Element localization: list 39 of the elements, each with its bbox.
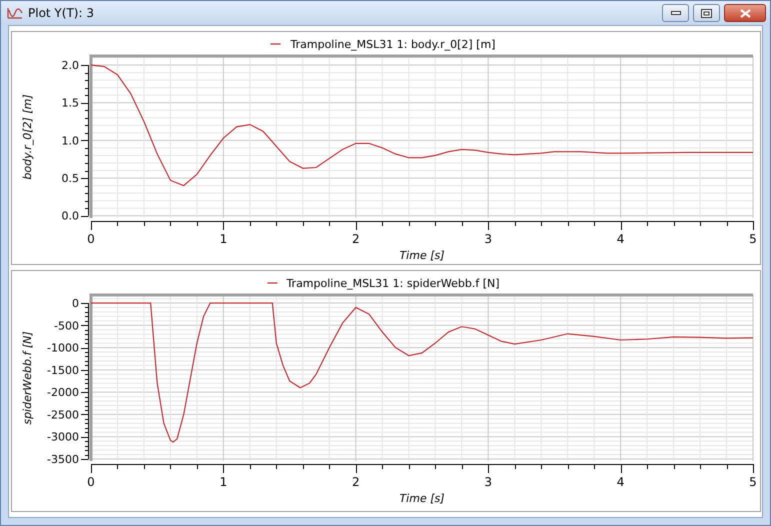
x-tick-label: 0: [87, 232, 95, 246]
y-tick-label: -500: [54, 319, 79, 332]
y-axis-title: spiderWebb.f [N]: [21, 331, 34, 425]
legend-label: Trampoline_MSL31 1: body.r_0[2] [m]: [290, 38, 496, 51]
y-tick-label: 0.0: [62, 210, 79, 223]
minimize-icon: [670, 11, 680, 15]
x-tick-label: 0: [87, 475, 95, 489]
y-tick-label: 2.0: [62, 59, 79, 72]
y-axis-title: body.r_0[2] [m]: [21, 94, 34, 180]
legend-label: Trampoline_MSL31 1: spiderWebb.f [N]: [286, 277, 500, 290]
y-tick-label: 0.5: [62, 172, 79, 186]
x-tick-label: 3: [484, 475, 492, 489]
x-tick-label: 1: [220, 232, 228, 246]
x-tick-label: 5: [749, 475, 757, 489]
y-tick-label: -3000: [47, 430, 79, 444]
x-tick-label: 5: [749, 232, 757, 246]
close-icon: [740, 8, 750, 18]
y-tick-label: 1.5: [62, 96, 79, 110]
restore-button[interactable]: [693, 4, 720, 22]
y-tick-label: -2500: [47, 408, 79, 422]
y-tick-label: 0: [72, 297, 79, 310]
plot-icon: [7, 7, 23, 19]
y-tick-label: -1000: [47, 342, 79, 355]
restore-icon: [701, 8, 712, 18]
x-tick-label: 2: [352, 475, 360, 489]
y-tick-label: -2000: [47, 386, 79, 400]
x-axis-title: Time [s]: [399, 249, 445, 262]
y-tick-label: -1500: [47, 364, 79, 377]
x-tick-label: 4: [616, 475, 624, 489]
x-tick-label: 2: [352, 232, 360, 246]
x-tick-label: 4: [616, 232, 624, 246]
y-tick-label: 1.0: [62, 134, 79, 148]
window-title: Plot Y(T): 3: [28, 5, 94, 22]
x-axis-title: Time [s]: [399, 492, 445, 505]
y-tick-label: -3500: [47, 453, 79, 466]
close-button[interactable]: [724, 4, 766, 22]
x-tick-label: 3: [484, 232, 492, 246]
minimize-button[interactable]: [662, 4, 689, 22]
x-tick-label: 1: [220, 475, 228, 489]
